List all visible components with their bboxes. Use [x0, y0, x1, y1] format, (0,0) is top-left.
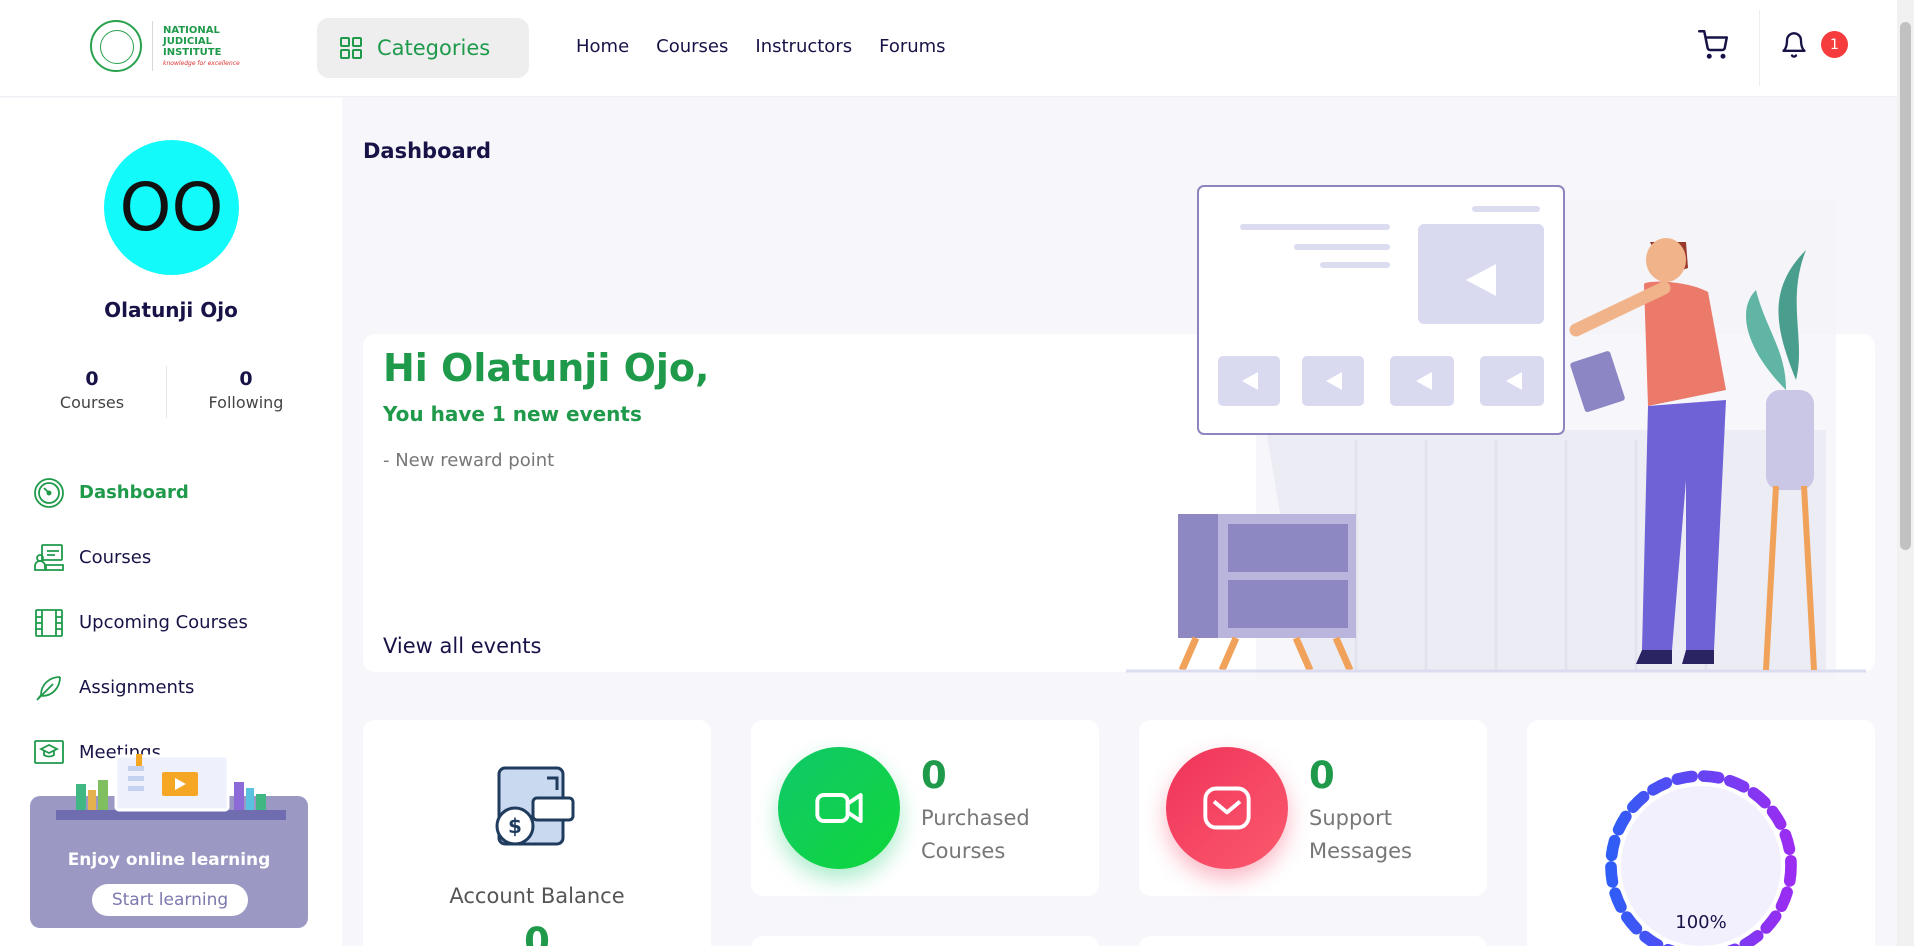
- sidebar-item-dashboard[interactable]: Dashboard: [33, 460, 248, 525]
- main-nav: Home Courses Instructors Forums: [576, 36, 946, 57]
- greeting: Hi Olatunji Ojo,: [383, 346, 710, 390]
- promo-banner: Enjoy online learning Start learning: [30, 754, 308, 928]
- sidebar-item-label: Upcoming Courses: [79, 612, 248, 633]
- grid-icon: [340, 37, 362, 59]
- user-name: Olatunji Ojo: [104, 298, 238, 322]
- avatar[interactable]: OO: [104, 140, 239, 275]
- courses-stat: 0 Courses: [17, 368, 167, 412]
- sidebar-item-upcoming-courses[interactable]: Upcoming Courses: [33, 590, 248, 655]
- film-strip-icon: [35, 608, 63, 637]
- mail-icon: [1203, 786, 1251, 830]
- sidebar-item-assignments[interactable]: Assignments: [33, 655, 248, 720]
- purchased-courses-card[interactable]: 0 Purchased Courses: [751, 720, 1099, 896]
- svg-text:$: $: [508, 814, 522, 838]
- sidebar-item-label: Dashboard: [79, 482, 189, 503]
- books-laptop-illustration: [56, 754, 286, 820]
- video-camera-icon: [815, 793, 863, 823]
- card-row-2-partial: [751, 936, 1099, 946]
- mail-badge: [1166, 747, 1288, 869]
- following-count: 0: [239, 368, 253, 390]
- cart-icon[interactable]: [1698, 30, 1728, 60]
- courses-screen-icon: [34, 543, 64, 571]
- categories-label: Categories: [377, 36, 491, 60]
- logo-text: NATIONAL JUDICIAL INSTITUTE knowledge fo…: [163, 25, 240, 67]
- support-messages-card[interactable]: 0 Support Messages: [1139, 720, 1487, 896]
- event-item: - New reward point: [383, 450, 555, 471]
- sidebar-menu: Dashboard Courses Upcoming Courses Assig…: [33, 460, 248, 785]
- bell-icon[interactable]: [1780, 30, 1808, 60]
- notification-badge[interactable]: 1: [1821, 31, 1848, 58]
- support-messages-count: 0: [1309, 754, 1335, 797]
- purchased-courses-label: Purchased Courses: [921, 806, 1030, 863]
- sidebar-item-courses[interactable]: Courses: [33, 525, 248, 590]
- courses-count: 0: [85, 368, 99, 390]
- logo-line-3: INSTITUTE: [163, 47, 222, 58]
- video-camera-badge: [778, 747, 900, 869]
- following-stat: 0 Following: [171, 368, 321, 412]
- start-learning-button[interactable]: Start learning: [92, 884, 248, 916]
- categories-button[interactable]: Categories: [317, 18, 529, 78]
- logo-line-2: JUDICIAL: [163, 36, 213, 47]
- nji-logo[interactable]: NATIONAL JUDICIAL INSTITUTE knowledge fo…: [90, 20, 240, 72]
- nav-forums[interactable]: Forums: [879, 36, 945, 57]
- feather-icon: [36, 675, 61, 701]
- sidebar-item-label: Assignments: [79, 677, 195, 698]
- teacher-presentation-illustration: [1126, 185, 1866, 680]
- nav-instructors[interactable]: Instructors: [755, 36, 852, 57]
- sidebar: OO Olatunji Ojo 0 Courses 0 Following Da…: [0, 98, 342, 946]
- page-scrollbar[interactable]: [1897, 0, 1914, 946]
- logo-line-1: NATIONAL: [163, 25, 220, 36]
- header-divider: [1759, 10, 1760, 86]
- nav-courses[interactable]: Courses: [656, 36, 728, 57]
- progress-card: 100%: [1527, 720, 1875, 946]
- logo-divider: [152, 21, 153, 71]
- page-title: Dashboard: [363, 139, 492, 163]
- account-balance-value: 0: [524, 920, 550, 946]
- scrollbar-thumb[interactable]: [1900, 22, 1911, 550]
- promo-text: Enjoy online learning: [67, 850, 271, 870]
- account-balance-label: Account Balance: [449, 884, 625, 908]
- stat-divider: [166, 366, 167, 418]
- events-summary: You have 1 new events: [383, 402, 642, 426]
- nji-seal-icon: [90, 20, 142, 72]
- nav-home[interactable]: Home: [576, 36, 629, 57]
- following-stat-label: Following: [208, 393, 284, 412]
- card-row-2-partial: [1139, 936, 1487, 946]
- purchased-courses-count: 0: [921, 754, 947, 797]
- dashboard-gauge-icon: [34, 477, 64, 508]
- wallet-dollar-icon: $: [495, 766, 575, 846]
- sidebar-item-label: Courses: [79, 547, 152, 568]
- progress-percent: 100%: [1675, 912, 1727, 933]
- logo-tagline: knowledge for excellence: [163, 60, 240, 67]
- view-all-events-link[interactable]: View all events: [383, 634, 541, 658]
- courses-stat-label: Courses: [59, 393, 125, 412]
- top-header: NATIONAL JUDICIAL INSTITUTE knowledge fo…: [0, 0, 1897, 97]
- support-messages-label: Support Messages: [1309, 806, 1412, 863]
- account-balance-card[interactable]: $ Account Balance 0: [363, 720, 711, 946]
